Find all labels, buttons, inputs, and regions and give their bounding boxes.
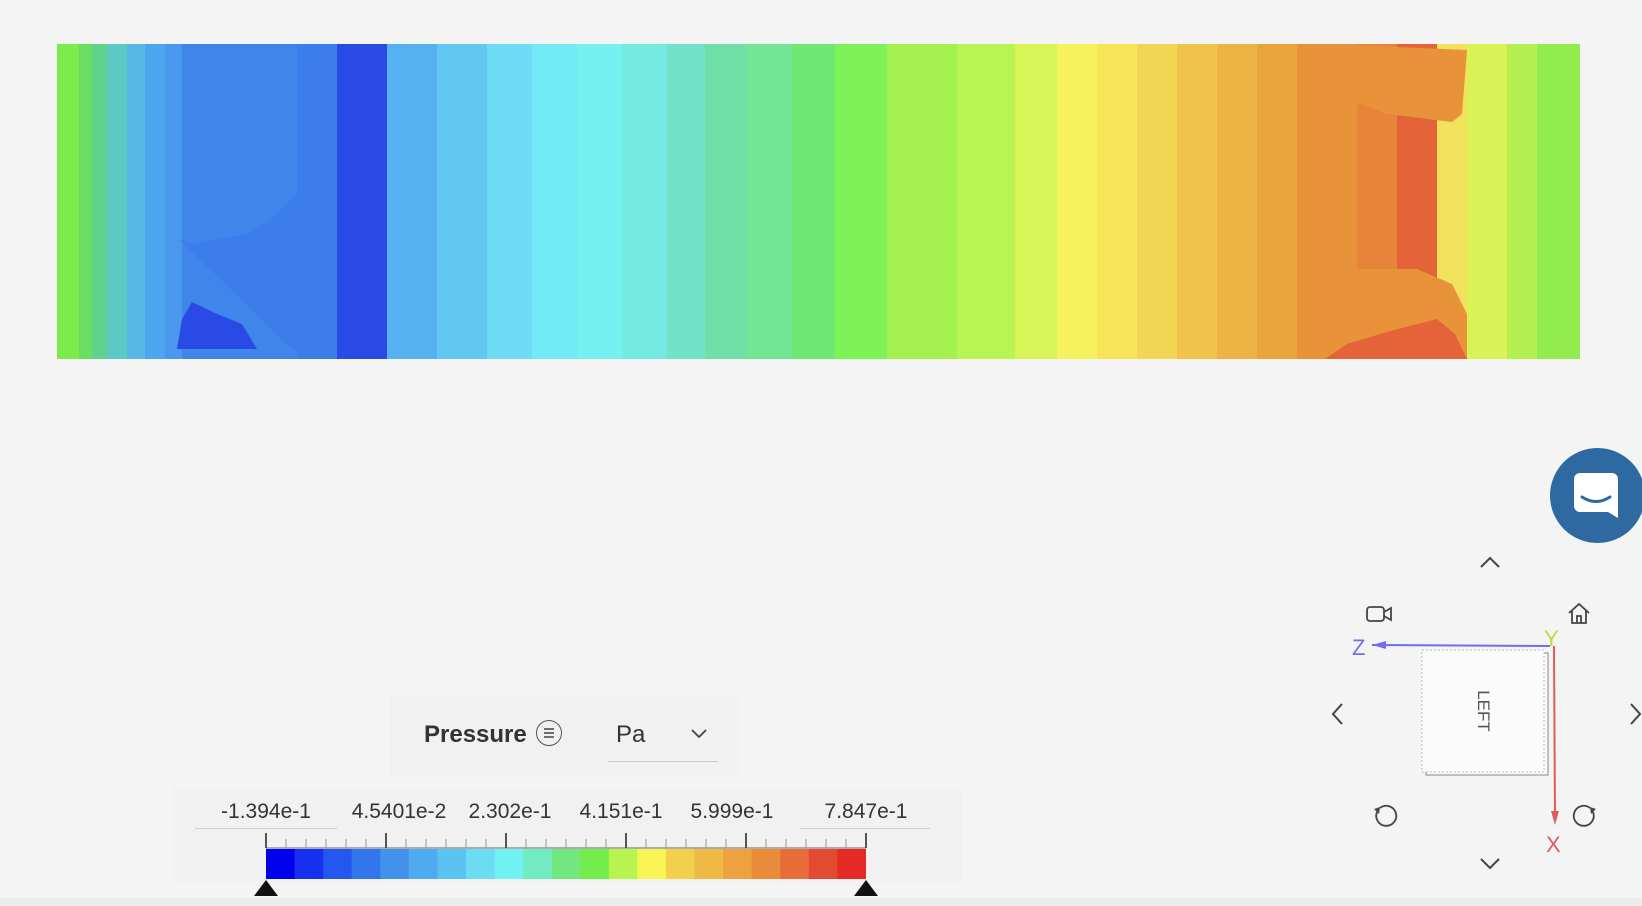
x-axis-label: X [1546,832,1561,857]
color-scale-swatch [694,849,724,879]
contour-band [705,44,748,359]
color-scale-swatch [780,849,810,879]
color-scale-swatch [751,849,781,879]
contour-band [92,44,108,359]
contour-band [387,44,438,359]
unit-value: Pa [616,721,646,748]
x-axis [1553,645,1556,821]
contour-band [1537,44,1580,359]
max-value-underline [800,828,930,829]
scale-min-value[interactable]: -1.394e-1 [221,800,311,824]
min-value-underline [195,828,337,829]
rotate-right-icon[interactable] [1628,701,1642,727]
color-scale-swatch [351,849,381,879]
color-scale-swatch [723,849,753,879]
contour-band [835,44,888,359]
view-cube-face: LEFT [1421,649,1549,776]
unit-dropdown[interactable]: Pa [608,709,718,762]
contour-band [957,44,1016,359]
scale-tick-label: 4.5401e-2 [351,800,447,823]
scale-tick-label: 5.999e-1 [690,800,774,823]
contour-band [1177,44,1218,359]
color-scale-swatch [380,849,410,879]
contour-band [792,44,836,359]
color-scale-swatch [523,849,553,879]
scale-max-value[interactable]: 7.847e-1 [825,800,908,824]
contour-band [165,44,183,359]
scale-tick-label: 2.302e-1 [468,800,552,823]
z-axis [1371,644,1551,647]
contour-band [337,44,388,359]
contour-band [127,44,146,359]
color-scale-swatch [437,849,467,879]
max-range-handle[interactable] [854,880,878,896]
color-scale-swatch [323,849,353,879]
list-circle-icon[interactable] [536,720,562,746]
contour-band [1217,44,1258,359]
color-scale-swatch [637,849,667,879]
color-scale-swatch [294,849,324,879]
rotate-up-icon[interactable] [1478,554,1502,570]
color-scale-swatch [266,849,296,879]
bottom-strip [0,898,1642,906]
view-cube[interactable]: LEFT Z Y X [1320,620,1580,880]
color-scale-bar [266,849,866,879]
contour-band [107,44,128,359]
contour-band [1015,44,1058,359]
chevron-down-icon [690,727,708,745]
contour-band [79,44,93,359]
scale-tick-label: 4.151e-1 [579,800,663,823]
color-scale-swatch [837,849,866,879]
contour-band [1507,44,1538,359]
contour-band [1097,44,1138,359]
contour-band [622,44,668,359]
min-range-handle[interactable] [254,880,278,896]
contour-band [57,44,80,359]
color-scale-swatch [466,849,496,879]
contour-band [532,44,578,359]
contour-band [577,44,623,359]
color-scale-swatch [494,849,524,879]
contour-band [1057,44,1098,359]
legend-title: Pressure [424,721,527,748]
legend-header: Pressure Pa [390,697,740,775]
z-axis-label: Z [1352,635,1365,660]
contour-band [437,44,488,359]
contour-band [487,44,533,359]
scale-tick-marks [265,833,867,849]
chat-bubble-icon [1574,473,1618,518]
view-cube-face-label: LEFT [1474,690,1493,732]
y-axis-label: Y [1544,626,1559,651]
contour-band [1137,44,1178,359]
color-scale-swatch [666,849,696,879]
contour-band [747,44,793,359]
pressure-contour-plot[interactable] [57,44,1580,374]
contour-band [667,44,706,359]
contour-band [145,44,166,359]
contour-band [1467,44,1508,359]
color-scale-swatch [551,849,581,879]
chat-button[interactable] [1550,448,1642,543]
color-scale-swatch [580,849,610,879]
color-scale-swatch [608,849,638,879]
contour-band [1257,44,1298,359]
color-scale-swatch [808,849,838,879]
color-scale-swatch [408,849,438,879]
contour-band [887,44,958,359]
